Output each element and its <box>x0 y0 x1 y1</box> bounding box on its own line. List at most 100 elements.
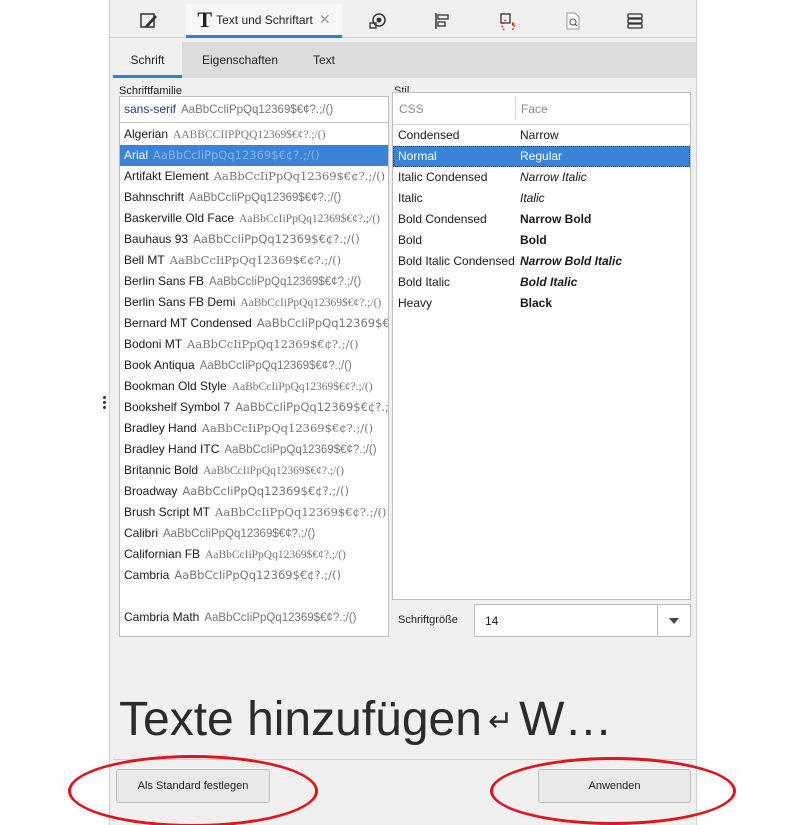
style-row[interactable]: Bold Italic Bold Italic <box>393 272 690 293</box>
transform-tab[interactable] <box>490 4 526 38</box>
document-properties-tab[interactable] <box>555 4 591 38</box>
font-sample: AaBbCcIiPpQq12369$€¢?.;/() <box>189 192 342 204</box>
face-column-header[interactable]: Face <box>521 102 548 116</box>
font-sample: AaBbCcIiPpQq12369$€¢?.;/() <box>163 528 316 540</box>
font-name: Arial <box>124 148 149 162</box>
set-as-default-button[interactable]: Als Standard festlegen <box>116 769 270 803</box>
font-sample: AaBbCcIiPpQq12369$€¢?.;/() <box>187 337 359 351</box>
font-sample: AaBbCcIiPpQq12369$€¢?.;/() <box>213 169 386 183</box>
font-name: Brush Script MT <box>124 505 211 519</box>
font-list-item[interactable]: Cambria AaBbCcIiPpQq12369$€¢?.;/() <box>120 565 388 586</box>
font-list-item[interactable]: Californian FB AaBbCcIiPpQq12369$€¢?.;/() <box>120 544 388 565</box>
font-list-item[interactable]: Arial AaBbCcIiPpQq12369$€¢?.;/() <box>120 145 388 166</box>
layers-tab[interactable] <box>617 4 653 38</box>
style-face-value: Narrow Bold <box>520 212 592 226</box>
font-sample: AaBbCcIiPpQq12369$€¢?.;/() <box>240 297 382 309</box>
font-sample: AaBbCcIiPpQq12369$€¢?.;/() <box>174 568 342 582</box>
style-css-value: Italic Condensed <box>398 170 488 184</box>
font-size-dropdown-button[interactable] <box>657 605 690 636</box>
font-list-item[interactable]: Britannic Bold AaBbCcIiPpQq12369$€¢?.;/() <box>120 460 388 481</box>
transform-icon <box>500 13 515 30</box>
font-sample: AaBbCcIiPpQq12369$€¢?.;/() <box>235 400 388 414</box>
style-css-value: Bold Condensed <box>398 212 487 226</box>
font-name: Cambria Math <box>124 610 200 624</box>
style-face-value: Black <box>520 296 553 310</box>
font-list-item[interactable]: Bernard MT Condensed AaBbCcIiPpQq12369$€¢… <box>120 313 388 334</box>
fill-stroke-icon <box>140 13 157 28</box>
style-row[interactable]: Bold Condensed Narrow Bold <box>393 209 690 230</box>
panel-resize-handle[interactable] <box>103 396 107 414</box>
column-divider[interactable] <box>515 97 516 119</box>
font-list-item[interactable]: Algerian AABBCCIIPPQQ12369$€¢?.;/() <box>120 124 388 145</box>
font-name: Book Antiqua <box>124 358 195 372</box>
font-list-item[interactable]: Bahnschrift AaBbCcIiPpQq12369$€¢?.;/() <box>120 187 388 208</box>
text-T-icon: T <box>197 6 213 32</box>
style-row[interactable]: Condensed Narrow <box>393 125 690 146</box>
style-face-value: Narrow <box>520 128 559 142</box>
close-icon[interactable]: ✕ <box>319 11 331 28</box>
style-css-value: Italic <box>398 191 423 205</box>
apply-button[interactable]: Anwenden <box>538 769 691 803</box>
font-list-item[interactable]: Calibri AaBbCcIiPpQq12369$€¢?.;/() <box>120 523 388 544</box>
font-sample: AaBbCcIiPpQq12369$€¢?.;/() <box>203 465 344 477</box>
font-name: Calibri <box>124 526 159 540</box>
font-size-value[interactable]: 14 <box>485 614 498 628</box>
font-list-item[interactable]: Broadway AaBbCcIiPpQq12369$€¢?.;/() <box>120 481 388 502</box>
font-list-item[interactable]: Bookman Old Style AaBbCcIiPpQq12369$€¢?.;… <box>120 376 388 397</box>
font-sample: AaBbCcIiPpQq12369$€¢?.;/() <box>193 232 360 246</box>
font-family-list[interactable]: sans-serif AaBbCcIiPpQq12369$€¢?.;/() Alge… <box>119 96 389 637</box>
font-size-combobox[interactable]: 14 <box>474 604 691 637</box>
font-list-item[interactable]: Bradley Hand ITC AaBbCcIiPpQq12369$€¢?.;/… <box>120 439 388 460</box>
font-list-item[interactable]: Bradley Hand AaBbCcIiPpQq12369$€¢?.;/() <box>120 418 388 439</box>
object-properties-tab[interactable] <box>360 4 396 38</box>
fill-stroke-tab[interactable] <box>126 4 172 38</box>
font-list-item[interactable]: Artifakt Element AaBbCcIiPpQq12369$€¢?.;/… <box>120 166 388 187</box>
font-name: Bodoni MT <box>124 337 183 351</box>
style-face-value: Bold Italic <box>520 275 578 289</box>
font-list-item[interactable]: Berlin Sans FB Demi AaBbCcIiPpQq12369$€¢?… <box>120 292 388 313</box>
font-name: Bookshelf Symbol 7 <box>124 400 231 414</box>
style-row[interactable]: Normal Regular <box>393 146 690 167</box>
font-list-item[interactable]: Berlin Sans FB AaBbCcIiPpQq12369$€¢?.;/() <box>120 271 388 292</box>
font-list-item[interactable]: Baskerville Old Face AaBbCcIiPpQq12369$€¢… <box>120 208 388 229</box>
font-list-item[interactable]: Bodoni MT AaBbCcIiPpQq12369$€¢?.;/() <box>120 334 388 355</box>
preview-text: Texte hinzufügen <box>119 693 482 746</box>
font-size-label: Schriftgröße <box>398 614 458 626</box>
style-face-value: Regular <box>520 149 563 163</box>
style-row[interactable]: Italic Italic <box>393 188 690 209</box>
document-properties-icon <box>566 12 580 30</box>
subtab-properties[interactable]: Eigenschaften <box>195 42 285 78</box>
font-list-item-default[interactable]: sans-serif AaBbCcIiPpQq12369$€¢?.;/() <box>120 99 388 123</box>
css-column-header[interactable]: CSS <box>399 102 424 116</box>
style-row[interactable]: Bold Bold <box>393 230 690 251</box>
style-row[interactable]: Heavy Black <box>393 293 690 314</box>
font-sample: AaBbCcIiPpQq12369$€¢?.;/() <box>239 213 380 225</box>
font-name: Baskerville Old Face <box>124 211 235 225</box>
canvas-edge <box>0 0 99 825</box>
style-row[interactable]: Italic Condensed Narrow Italic <box>393 167 690 188</box>
font-sample: AaBbCcIiPpQq12369$€¢?.;/() <box>201 421 374 435</box>
return-icon: ↵ <box>487 705 514 739</box>
font-list-item[interactable]: Bookshelf Symbol 7 AaBbCcIiPpQq12369$€¢?.… <box>120 397 388 418</box>
font-list-item[interactable] <box>120 586 388 607</box>
font-name: Bernard MT Condensed <box>124 316 252 330</box>
font-list-item[interactable]: Book Antiqua AaBbCcIiPpQq12369$€¢?.;/() <box>120 355 388 376</box>
subtab-font[interactable]: Schrift <box>113 42 182 78</box>
subtab-text[interactable]: Text <box>301 42 347 78</box>
font-list-item[interactable]: Bell MT AaBbCcIiPpQq12369$€¢?.;/() <box>120 250 388 271</box>
align-distribute-tab[interactable] <box>424 4 460 38</box>
font-list-item[interactable]: Brush Script MT AaBbCcIiPpQq12369$€¢?.;/(… <box>120 502 388 523</box>
font-list-item[interactable]: Bauhaus 93 AaBbCcIiPpQq12369$€¢?.;/() <box>120 229 388 250</box>
style-row[interactable]: Bold Italic Condensed Narrow Bold Italic <box>393 251 690 272</box>
style-css-value: Heavy <box>398 296 433 310</box>
style-table[interactable]: CSS Face Condensed Narrow Normal Regular Ita… <box>392 92 691 600</box>
tab-text-and-font[interactable]: T Text und Schriftart ✕ <box>186 4 342 38</box>
style-face-value: Narrow Bold Italic <box>520 254 623 268</box>
style-css-value: Bold Italic <box>398 275 451 289</box>
font-list-item[interactable]: Cambria Math AaBbCcIiPpQq12369$€¢?.;/() <box>120 607 388 628</box>
dialog-toolbar: T Text und Schriftart ✕ <box>110 4 696 38</box>
align-distribute-icon <box>435 13 449 29</box>
font-name: sans-serif <box>124 102 177 116</box>
font-name: Broadway <box>124 484 178 498</box>
style-face-value: Narrow Italic <box>520 170 587 184</box>
